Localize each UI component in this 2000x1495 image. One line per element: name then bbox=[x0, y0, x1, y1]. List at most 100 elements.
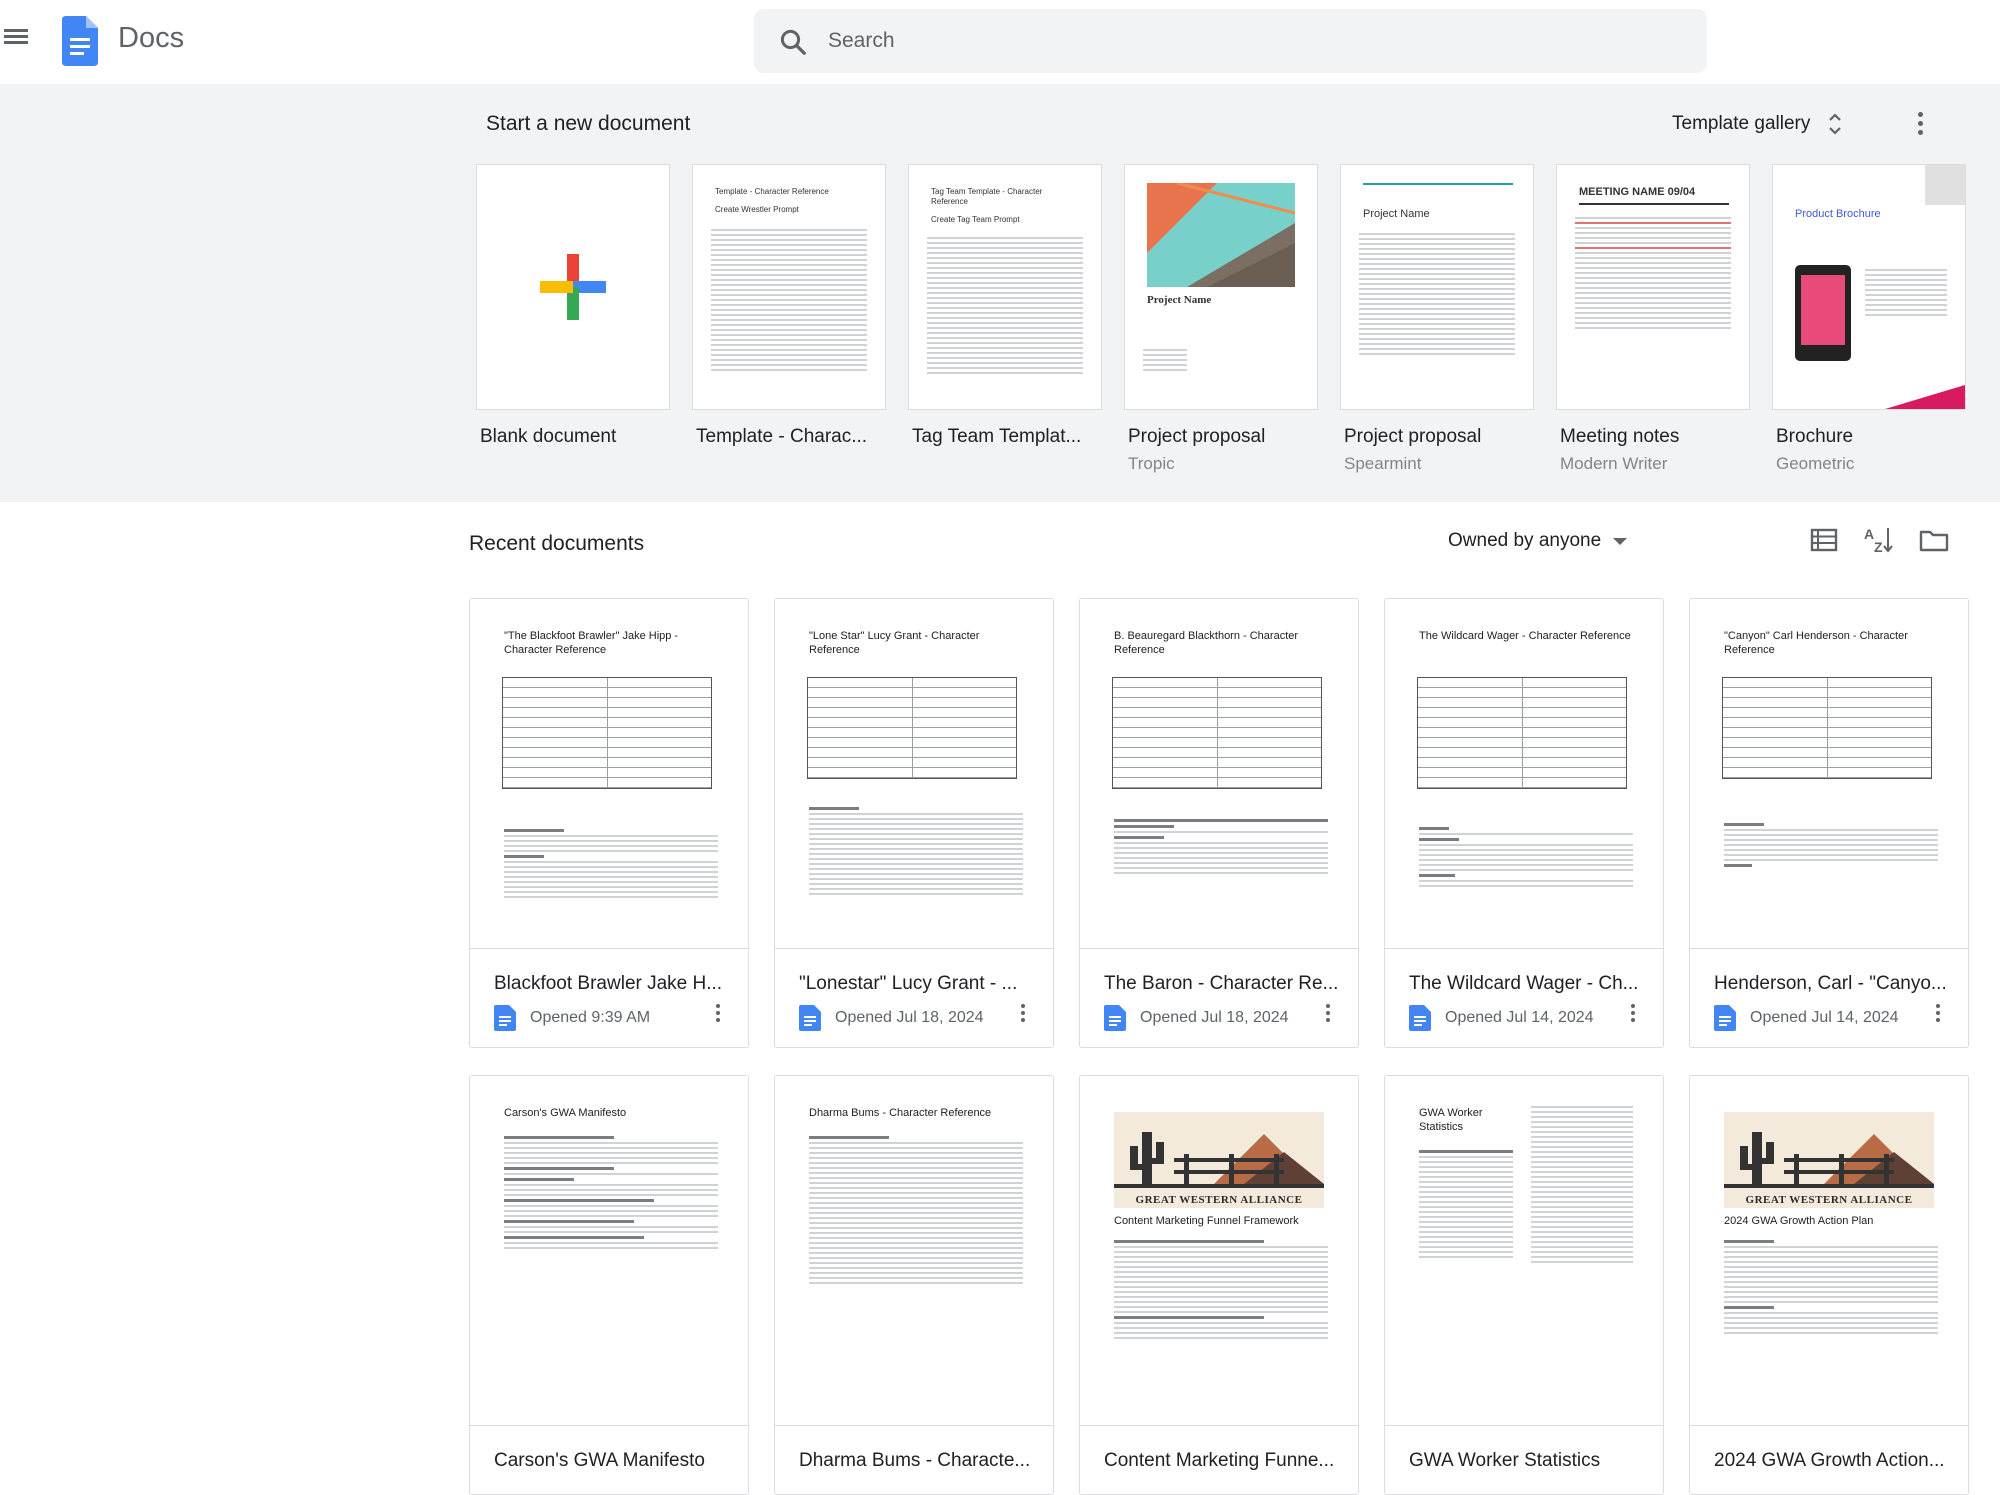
document-thumbnail[interactable]: GREAT WESTERN ALLIANCE 2024 GWA Growth A… bbox=[1690, 1076, 1968, 1426]
document-thumbnail[interactable]: "Lone Star" Lucy Grant - Character Refer… bbox=[775, 599, 1053, 949]
document-title: Henderson, Carl - "Canyo... bbox=[1714, 973, 1947, 994]
document-title: 2024 GWA Growth Action... bbox=[1714, 1450, 1945, 1471]
document-title: Blackfoot Brawler Jake H... bbox=[494, 973, 723, 994]
template-thumbnail[interactable]: Template - Character Reference Create Wr… bbox=[692, 164, 886, 410]
document-title: GWA Worker Statistics bbox=[1409, 1450, 1601, 1471]
folder-icon[interactable] bbox=[1918, 524, 1950, 556]
search-icon[interactable] bbox=[778, 27, 808, 57]
banner-text: GREAT WESTERN ALLIANCE bbox=[1135, 1194, 1303, 1206]
template-character-reference[interactable]: Template - Character Reference Create Wr… bbox=[692, 164, 886, 448]
more-options-icon[interactable] bbox=[1318, 1001, 1338, 1031]
template-name: Brochure bbox=[1776, 426, 1854, 447]
list-view-icon[interactable] bbox=[1808, 524, 1840, 556]
document-card[interactable]: B. Beauregard Blackthorn - Character Ref… bbox=[1079, 598, 1359, 1048]
template-project-proposal-spearmint[interactable]: Project Name Project proposal Spearmint bbox=[1340, 164, 1534, 474]
search-bar[interactable] bbox=[754, 9, 1707, 73]
google-docs-icon bbox=[1714, 1005, 1736, 1031]
template-style: Modern Writer bbox=[1560, 454, 1668, 473]
last-opened: Opened Jul 14, 2024 bbox=[1445, 1009, 1594, 1026]
document-thumbnail[interactable]: GREAT WESTERN ALLIANCE Content Marketing… bbox=[1080, 1076, 1358, 1426]
template-tag-team[interactable]: Tag Team Template - Character Reference … bbox=[908, 164, 1102, 448]
template-name: Project proposal bbox=[1128, 426, 1266, 447]
template-thumbnail[interactable]: Product Brochure bbox=[1772, 164, 1966, 410]
document-meta: Opened Jul 18, 2024 bbox=[799, 1005, 984, 1031]
document-title: The Baron - Character Re... bbox=[1104, 973, 1339, 994]
template-name: Template - Charac... bbox=[696, 426, 868, 447]
svg-text:A: A bbox=[1864, 526, 1874, 542]
document-meta: Opened 9:39 AM bbox=[494, 1005, 650, 1031]
template-section: Start a new document Template gallery Bl… bbox=[0, 84, 2000, 502]
search-input[interactable] bbox=[828, 21, 1668, 61]
template-style: Geometric bbox=[1776, 454, 1855, 473]
template-brochure[interactable]: Product Brochure Brochure Geometric bbox=[1772, 164, 1966, 474]
template-style: Spearmint bbox=[1344, 454, 1422, 473]
template-more-options-icon[interactable] bbox=[1906, 108, 1934, 142]
template-thumbnail[interactable]: MEETING NAME 09/04 bbox=[1556, 164, 1750, 410]
document-card[interactable]: The Wildcard Wager - Character Reference… bbox=[1384, 598, 1664, 1048]
main-menu-icon[interactable] bbox=[4, 26, 36, 56]
document-card[interactable]: GREAT WESTERN ALLIANCE Content Marketing… bbox=[1079, 1075, 1359, 1495]
owner-filter-label: Owned by anyone bbox=[1448, 530, 1602, 551]
template-name: Project proposal bbox=[1344, 426, 1482, 447]
document-thumbnail[interactable]: GWA Worker Statistics bbox=[1385, 1076, 1663, 1426]
template-thumbnail[interactable] bbox=[476, 164, 670, 410]
template-section-title: Start a new document bbox=[486, 112, 691, 135]
google-docs-icon bbox=[1104, 1005, 1126, 1031]
document-card[interactable]: "Lone Star" Lucy Grant - Character Refer… bbox=[774, 598, 1054, 1048]
more-options-icon[interactable] bbox=[1623, 1001, 1643, 1031]
document-meta: Opened Jul 18, 2024 bbox=[1104, 1005, 1289, 1031]
gwa-banner: GREAT WESTERN ALLIANCE bbox=[1724, 1112, 1934, 1208]
document-thumbnail[interactable]: Carson's GWA Manifesto bbox=[470, 1076, 748, 1426]
document-title: Carson's GWA Manifesto bbox=[494, 1450, 705, 1471]
last-opened: Opened 9:39 AM bbox=[530, 1009, 651, 1026]
document-card[interactable]: "The Blackfoot Brawler" Jake Hipp - Char… bbox=[469, 598, 749, 1048]
caret-down-icon bbox=[1613, 537, 1628, 545]
template-name: Tag Team Templat... bbox=[912, 426, 1082, 447]
template-gallery-label: Template gallery bbox=[1672, 113, 1811, 134]
document-card[interactable]: Dharma Bums - Character Reference Dharma… bbox=[774, 1075, 1054, 1495]
document-title: The Wildcard Wager - Ch... bbox=[1409, 973, 1639, 994]
document-thumbnail[interactable]: "Canyon" Carl Henderson - Character Refe… bbox=[1690, 599, 1968, 949]
document-title: Dharma Bums - Characte... bbox=[799, 1450, 1031, 1471]
document-title: "Lonestar" Lucy Grant - ... bbox=[799, 973, 1018, 994]
template-thumbnail[interactable]: Project Name bbox=[1340, 164, 1534, 410]
document-card[interactable]: Carson's GWA Manifesto Carson's GWA Mani… bbox=[469, 1075, 749, 1495]
document-title: Content Marketing Funne... bbox=[1104, 1450, 1335, 1471]
tropic-graphic bbox=[1147, 183, 1295, 287]
last-opened: Opened Jul 18, 2024 bbox=[835, 1009, 984, 1026]
template-gallery-button[interactable]: Template gallery bbox=[1672, 106, 1842, 142]
unfold-icon bbox=[1829, 113, 1842, 135]
template-project-proposal-tropic[interactable]: Project Name Project proposal Tropic bbox=[1124, 164, 1318, 474]
document-card[interactable]: GREAT WESTERN ALLIANCE 2024 GWA Growth A… bbox=[1689, 1075, 1969, 1495]
google-docs-icon bbox=[1409, 1005, 1431, 1031]
plus-icon bbox=[540, 254, 606, 320]
owner-filter-dropdown[interactable]: Owned by anyone bbox=[1448, 526, 1628, 556]
more-options-icon[interactable] bbox=[1928, 1001, 1948, 1031]
document-card[interactable]: "Canyon" Carl Henderson - Character Refe… bbox=[1689, 598, 1969, 1048]
sort-az-icon[interactable]: A Z bbox=[1862, 524, 1894, 556]
svg-text:Z: Z bbox=[1874, 539, 1883, 555]
template-style: Tropic bbox=[1128, 454, 1175, 473]
template-name: Blank document bbox=[480, 426, 617, 447]
document-thumbnail[interactable]: Dharma Bums - Character Reference bbox=[775, 1076, 1053, 1426]
document-thumbnail[interactable]: B. Beauregard Blackthorn - Character Ref… bbox=[1080, 599, 1358, 949]
app-title[interactable]: Docs bbox=[118, 22, 184, 55]
document-card[interactable]: GWA Worker Statistics GWA Worker Statist… bbox=[1384, 1075, 1664, 1495]
recent-documents-title: Recent documents bbox=[469, 532, 645, 555]
more-options-icon[interactable] bbox=[708, 1001, 728, 1031]
document-thumbnail[interactable]: "The Blackfoot Brawler" Jake Hipp - Char… bbox=[470, 599, 748, 949]
template-blank[interactable]: Blank document bbox=[476, 164, 670, 448]
document-meta: Opened Jul 14, 2024 bbox=[1409, 1005, 1594, 1031]
template-thumbnail[interactable]: Tag Team Template - Character Reference … bbox=[908, 164, 1102, 410]
more-options-icon[interactable] bbox=[1013, 1001, 1033, 1031]
banner-text: GREAT WESTERN ALLIANCE bbox=[1745, 1194, 1913, 1206]
template-name: Meeting notes bbox=[1560, 426, 1680, 447]
template-meeting-notes[interactable]: MEETING NAME 09/04 Meeting notes Modern … bbox=[1556, 164, 1750, 474]
google-docs-icon bbox=[799, 1005, 821, 1031]
template-thumbnail[interactable]: Project Name bbox=[1124, 164, 1318, 410]
docs-logo-icon[interactable] bbox=[62, 16, 98, 66]
google-docs-icon bbox=[494, 1005, 516, 1031]
app-header: Docs bbox=[0, 0, 2000, 84]
last-opened: Opened Jul 14, 2024 bbox=[1750, 1009, 1899, 1026]
document-thumbnail[interactable]: The Wildcard Wager - Character Reference bbox=[1385, 599, 1663, 949]
